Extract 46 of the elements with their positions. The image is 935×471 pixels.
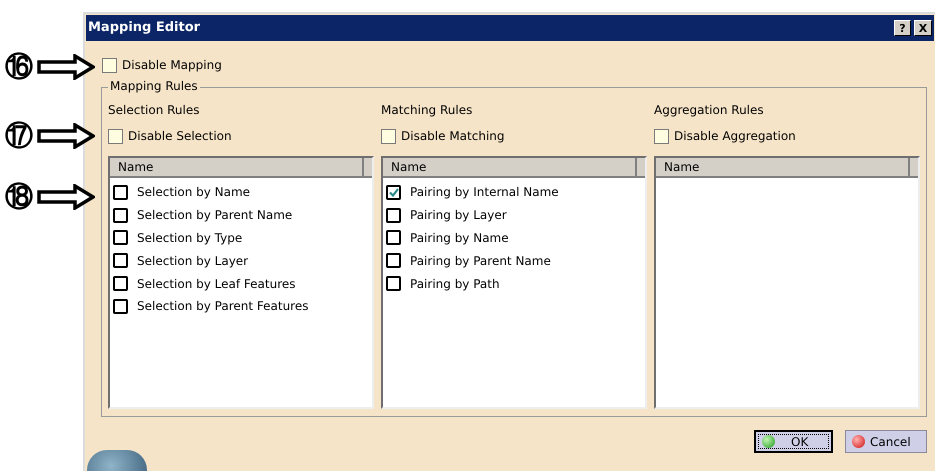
help-button[interactable]: ? (894, 20, 911, 36)
cancel-button[interactable]: Cancel (845, 430, 927, 453)
check-icon (388, 188, 398, 197)
group-title: Mapping Rules (108, 80, 200, 92)
rule-label: Pairing by Parent Name (410, 252, 551, 270)
checkbox[interactable] (386, 276, 401, 292)
window-title: Mapping Editor (88, 19, 200, 38)
column-title: Matching Rules (381, 102, 474, 117)
arrow-icon (37, 184, 95, 210)
arrow-icon (37, 54, 95, 80)
checkbox[interactable] (113, 184, 128, 200)
close-button[interactable]: X (914, 20, 932, 36)
checkbox[interactable] (113, 208, 128, 223)
checkbox[interactable] (113, 253, 128, 268)
rule-label: Selection by Leaf Features (137, 276, 296, 293)
checkbox[interactable] (108, 128, 123, 144)
checkbox[interactable] (113, 276, 128, 292)
checkbox-label: Disable Selection (128, 128, 232, 145)
rule-label: Selection by Name (137, 184, 250, 202)
column-title: Selection Rules (108, 102, 200, 117)
checkbox[interactable] (386, 230, 401, 246)
checkbox[interactable] (386, 208, 401, 223)
callout-number: ⑯ (4, 52, 34, 82)
checkbox[interactable] (381, 128, 396, 144)
ok-button[interactable]: OK (754, 430, 833, 453)
rule-label: Pairing by Name (410, 230, 509, 247)
checkbox-label: Disable Matching (401, 128, 504, 145)
checkbox-label: Disable Mapping (122, 57, 222, 74)
checkbox[interactable] (113, 298, 128, 314)
column-title: Aggregation Rules (654, 102, 765, 117)
checkbox-label: Disable Aggregation (674, 128, 796, 145)
checkbox[interactable] (113, 230, 128, 246)
callout-number: ⑰ (4, 121, 34, 151)
checkbox[interactable] (654, 128, 669, 144)
rule-label: Selection by Layer (137, 252, 248, 270)
arrow-icon (37, 123, 95, 149)
rule-label: Selection by Type (137, 230, 242, 247)
checkbox[interactable] (102, 58, 117, 72)
checkbox[interactable] (386, 184, 401, 200)
rule-label: Pairing by Path (410, 276, 500, 293)
rule-label: Selection by Parent Name (137, 207, 292, 224)
rule-label: Selection by Parent Features (137, 298, 308, 316)
callout-number: ⑱ (4, 182, 34, 212)
checkbox[interactable] (386, 253, 401, 268)
rule-label: Pairing by Internal Name (410, 184, 559, 202)
rule-label: Pairing by Layer (410, 207, 507, 224)
